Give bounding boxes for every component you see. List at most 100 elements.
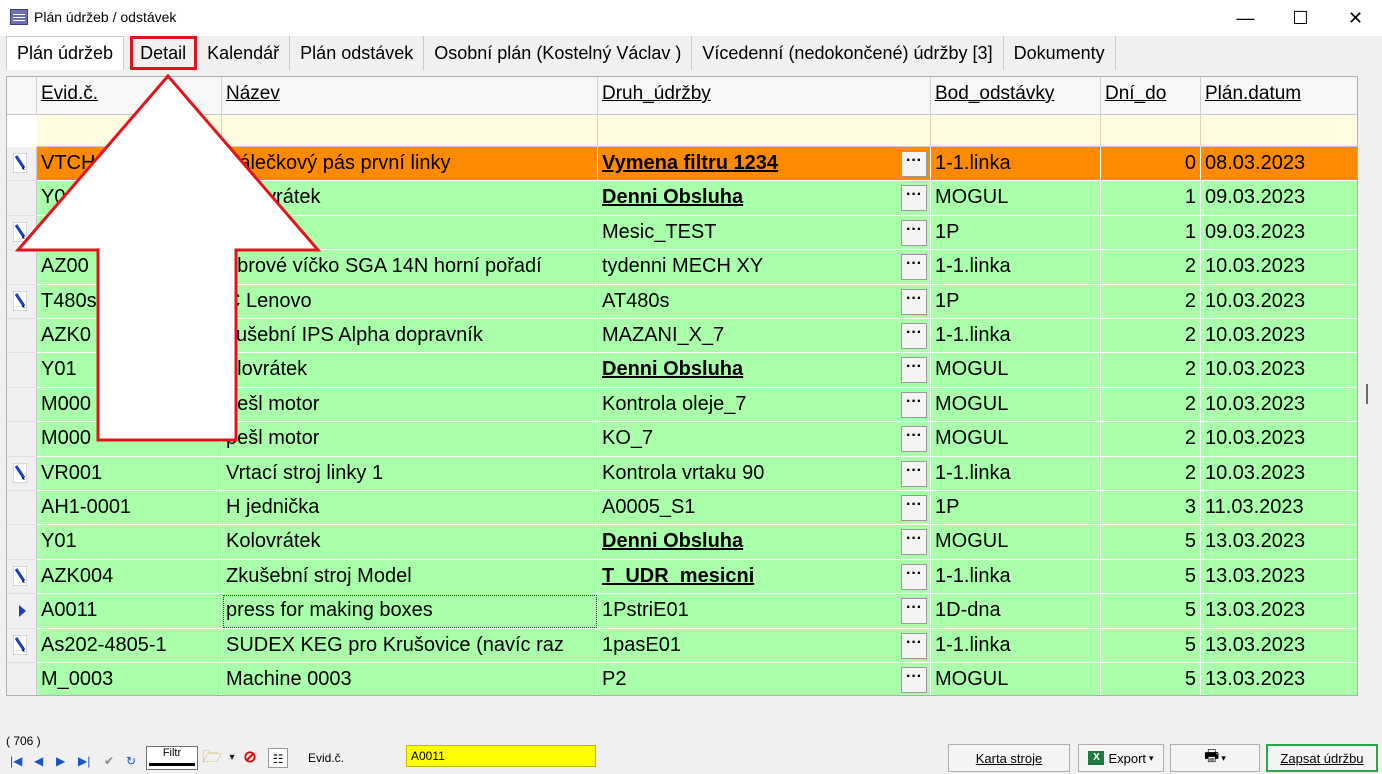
ellipsis-button[interactable]: ··· [901, 254, 927, 281]
cell-bod[interactable]: 1P [931, 284, 1101, 319]
cell-druh[interactable]: Kontrola oleje_7 [598, 387, 931, 423]
cell-nazev[interactable]: H jednička [222, 491, 598, 526]
prev-record-icon[interactable]: ◀ [34, 754, 43, 768]
cell-datum[interactable]: 10.03.2023 [1201, 353, 1357, 388]
cell-druh[interactable]: A0005_S1 [598, 491, 931, 526]
cell-bod[interactable]: 1-1.linka [931, 250, 1101, 285]
tab-detail[interactable]: Detail [130, 36, 198, 70]
table-row[interactable]: A0011 press for making boxes 1PstriE01 ··· 1… [7, 594, 1357, 629]
row-indicator[interactable] [7, 456, 37, 491]
cell-bod[interactable]: MOGUL [931, 663, 1101, 695]
folder-open-icon[interactable]: 🗁 [202, 748, 222, 768]
row-indicator[interactable] [7, 422, 37, 457]
cell-dni[interactable]: 3 [1101, 491, 1201, 526]
column-header-datum[interactable]: Plán.datum [1201, 77, 1357, 115]
cell-evid[interactable]: A0011 [37, 594, 222, 629]
cell-datum[interactable]: 09.03.2023 [1201, 215, 1357, 251]
cell-nazev[interactable]: pešl motor [222, 422, 598, 457]
vertical-scrollbar[interactable] [1366, 384, 1368, 404]
cell-nazev[interactable]: press for making boxes [222, 594, 598, 629]
cell-dni[interactable]: 2 [1101, 353, 1201, 388]
cell-evid[interactable]: AZK004 [37, 559, 222, 595]
table-row[interactable]: I P Mesic_TEST ··· 1P 1 09.03.2023 [7, 215, 1357, 251]
cell-evid[interactable]: Y01 [37, 181, 222, 216]
cell-nazev[interactable]: ebrové víčko SGA 14N horní pořadí [222, 250, 598, 285]
cell-bod[interactable]: MOGUL [931, 525, 1101, 560]
cell-evid[interactable]: M_0003 [37, 663, 222, 695]
cell-bod[interactable]: 1-1.linka [931, 319, 1101, 354]
table-row[interactable]: M000 pešl motor KO_7 ··· MOGUL 2 10.03.2023 [7, 422, 1357, 457]
cell-bod[interactable]: MOGUL [931, 181, 1101, 216]
cell-datum[interactable]: 08.03.2023 [1201, 147, 1357, 182]
row-indicator[interactable] [7, 181, 37, 216]
cell-dni[interactable]: 2 [1101, 387, 1201, 423]
cell-datum[interactable]: 13.03.2023 [1201, 628, 1357, 663]
cell-nazev[interactable]: pešl motor [222, 387, 598, 423]
table-row[interactable]: AZ00 ebrové víčko SGA 14N horní pořadí tyd… [7, 250, 1357, 285]
cell-dni[interactable]: 1 [1101, 181, 1201, 216]
last-record-icon[interactable]: ▶| [78, 754, 90, 768]
table-row[interactable]: T480s C Lenovo AT480s ··· 1P 2 10.03.2023 [7, 284, 1357, 319]
row-indicator[interactable] [7, 559, 37, 595]
ellipsis-button[interactable]: ··· [901, 598, 927, 625]
cell-bod[interactable]: 1P [931, 491, 1101, 526]
cell-bod[interactable]: 1-1.linka [931, 147, 1101, 182]
clear-filter-icon[interactable]: ⊘ [240, 748, 260, 768]
minimize-button[interactable]: — [1218, 0, 1273, 36]
table-row[interactable]: AZK0 kušební IPS Alpha dopravník MAZANI_X_… [7, 319, 1357, 354]
ellipsis-button[interactable]: ··· [901, 151, 927, 177]
filter-cell-druh[interactable] [598, 115, 931, 147]
ellipsis-button[interactable]: ··· [901, 563, 927, 590]
cell-bod[interactable]: MOGUL [931, 422, 1101, 457]
ellipsis-button[interactable]: ··· [901, 185, 927, 212]
cell-druh[interactable]: Kontrola vrtaku 90 [598, 456, 931, 491]
row-indicator[interactable] [7, 525, 37, 560]
row-indicator[interactable] [7, 319, 37, 354]
cell-dni[interactable]: 5 [1101, 628, 1201, 663]
row-indicator[interactable] [7, 147, 37, 182]
cell-evid[interactable]: Y01 [37, 525, 222, 560]
cell-druh[interactable]: Mesic_TEST [598, 215, 931, 251]
maximize-button[interactable]: ☐ [1273, 0, 1328, 36]
cell-bod[interactable]: 1D-dna [931, 594, 1101, 629]
cell-datum[interactable]: 10.03.2023 [1201, 284, 1357, 319]
table-row[interactable]: Y01 Kolovrátek Denni Obsluha ··· MOGUL 5 13.03… [7, 525, 1357, 560]
chevron-down-icon[interactable]: ▾ [222, 748, 242, 768]
row-indicator[interactable] [7, 387, 37, 423]
tab-vicedenni-udrzby[interactable]: Vícedenní (nedokončené) údržby [3] [692, 36, 1004, 70]
table-row[interactable]: VTCH Válečkový pás první linky Vymena filt… [7, 147, 1357, 182]
ellipsis-button[interactable]: ··· [901, 632, 927, 659]
table-row[interactable]: AH1-0001 H jednička A0005_S1 ··· 1P 3 11.03.20… [7, 491, 1357, 526]
cell-dni[interactable]: 2 [1101, 319, 1201, 354]
row-indicator[interactable] [7, 353, 37, 388]
tab-plan-odstavek[interactable]: Plán odstávek [290, 36, 425, 70]
cell-datum[interactable]: 13.03.2023 [1201, 559, 1357, 595]
cell-druh[interactable]: Denni Obsluha [598, 525, 931, 560]
cell-nazev[interactable]: Kolovrátek [222, 525, 598, 560]
row-indicator[interactable] [7, 491, 37, 526]
ellipsis-button[interactable]: ··· [901, 460, 927, 487]
cell-druh[interactable]: P2 [598, 663, 931, 695]
column-header-dni[interactable]: Dní_do [1101, 77, 1201, 115]
cell-nazev[interactable]: kušební IPS Alpha dopravník [222, 319, 598, 354]
column-chooser-icon[interactable]: ☷ [268, 748, 288, 768]
cell-bod[interactable]: 1-1.linka [931, 628, 1101, 663]
filter-row[interactable] [37, 115, 1357, 147]
cell-druh[interactable]: 1pasE01 [598, 628, 931, 663]
ellipsis-button[interactable]: ··· [901, 323, 927, 349]
cell-druh[interactable]: Denni Obsluha [598, 181, 931, 216]
table-row[interactable]: As202-4805-1 SUDEX KEG pro Krušovice (nav… [7, 628, 1357, 663]
cell-nazev[interactable]: P [222, 215, 598, 251]
cell-dni[interactable]: 5 [1101, 594, 1201, 629]
cell-nazev[interactable]: Vrtací stroj linky 1 [222, 456, 598, 491]
row-indicator[interactable] [7, 594, 37, 629]
cell-druh[interactable]: 1PstriE01 [598, 594, 931, 629]
cell-druh[interactable]: tydenni MECH XY [598, 250, 931, 285]
cell-datum[interactable]: 13.03.2023 [1201, 594, 1357, 629]
table-row[interactable]: M_0003 Machine 0003 P2 ··· MOGUL 5 13.03.2023 [7, 663, 1357, 695]
tab-osobni-plan[interactable]: Osobní plán (Kostelný Václav ) [424, 36, 693, 70]
cell-nazev[interactable]: Válečkový pás první linky [222, 147, 598, 182]
cell-datum[interactable]: 10.03.2023 [1201, 456, 1357, 491]
cell-nazev[interactable]: Zkušební stroj Model [222, 559, 598, 595]
filter-cell-dni[interactable] [1101, 115, 1201, 147]
